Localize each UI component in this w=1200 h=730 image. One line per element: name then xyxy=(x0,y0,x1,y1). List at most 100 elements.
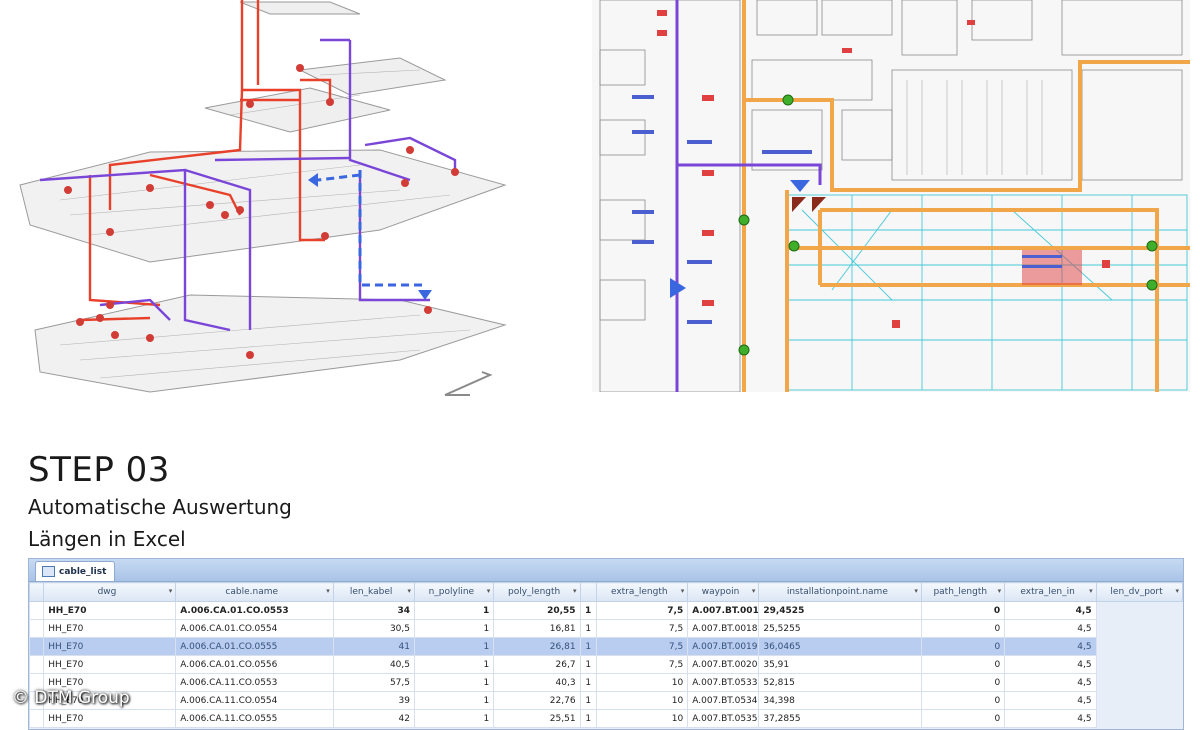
table-row[interactable]: HH_E70 A.006.CA.11.CO.0554 39 1 22,76 1 10 A.00… xyxy=(28,691,1183,710)
table-cell[interactable]: 1 xyxy=(413,691,495,710)
table-cell[interactable]: 0 xyxy=(920,691,1006,710)
dropdown-arrow-icon[interactable]: ▾ xyxy=(169,587,173,595)
table-cell[interactable]: 10 xyxy=(595,673,689,692)
dropdown-arrow-icon[interactable]: ▾ xyxy=(326,587,330,595)
table-cell[interactable]: 7,5 xyxy=(595,619,689,638)
table-cell[interactable]: 1 xyxy=(413,619,495,638)
column-header[interactable]: dwg ▾ xyxy=(43,582,177,602)
table-cell[interactable]: 4,5 xyxy=(1004,619,1097,638)
table-cell[interactable]: 25,51 xyxy=(493,709,581,728)
table-cell[interactable]: 0 xyxy=(920,619,1006,638)
table-cell[interactable]: 40,5 xyxy=(332,655,415,674)
table-cell[interactable]: 4,5 xyxy=(1004,637,1097,656)
column-header[interactable]: extra_len_in ▾ xyxy=(1004,582,1097,602)
table-cell[interactable]: HH_E70 xyxy=(43,601,177,620)
table-cell[interactable]: 29,4525 xyxy=(758,601,922,620)
dropdown-arrow-icon[interactable]: ▾ xyxy=(914,587,918,595)
dropdown-arrow-icon[interactable]: ▾ xyxy=(998,587,1002,595)
table-cell[interactable]: 52,815 xyxy=(758,673,922,692)
column-header[interactable]: waypoin ▾ xyxy=(687,582,760,602)
table-cell[interactable]: 26,81 xyxy=(493,637,581,656)
table-cell[interactable]: 1 xyxy=(579,637,597,656)
table-cell[interactable]: 16,81 xyxy=(493,619,581,638)
column-header[interactable]: installationpoint.name ▾ xyxy=(758,582,922,602)
table-cell[interactable]: A.007.BT.0017 xyxy=(687,601,760,620)
table-cell[interactable]: 0 xyxy=(920,601,1006,620)
table-cell[interactable]: 37,2855 xyxy=(758,709,922,728)
table-cell[interactable]: 1 xyxy=(413,709,495,728)
table-cell[interactable]: A.006.CA.01.CO.0554 xyxy=(175,619,334,638)
row-selector[interactable] xyxy=(28,637,45,656)
table-cell[interactable]: 39 xyxy=(332,691,415,710)
column-header[interactable]: path_length ▾ xyxy=(920,582,1006,602)
table-cell[interactable]: 0 xyxy=(920,709,1006,728)
table-cell[interactable]: 4,5 xyxy=(1004,655,1097,674)
table-cell[interactable]: 10 xyxy=(595,691,689,710)
table-cell[interactable]: 40,3 xyxy=(493,673,581,692)
table-cell[interactable]: 1 xyxy=(579,709,597,728)
table-row[interactable]: HH_E70 A.006.CA.01.CO.0556 40,5 1 26,7 1 7,5 A.… xyxy=(28,655,1183,674)
table-cell[interactable]: A.006.CA.01.CO.0553 xyxy=(175,601,334,620)
table-cell[interactable]: 4,5 xyxy=(1004,601,1097,620)
table-cell[interactable]: A.007.BT.0019 xyxy=(687,637,760,656)
dropdown-arrow-icon[interactable]: ▾ xyxy=(752,587,756,595)
table-cell[interactable]: 1 xyxy=(413,601,495,620)
table-cell[interactable]: 4,5 xyxy=(1004,709,1097,728)
table-cell[interactable]: 41 xyxy=(332,637,415,656)
row-selector[interactable] xyxy=(28,655,45,674)
table-cell[interactable]: A.007.BT.0533 xyxy=(687,673,760,692)
row-selector-header[interactable] xyxy=(28,582,45,602)
table-cell[interactable]: HH_E70 xyxy=(43,619,177,638)
table-cell[interactable]: 1 xyxy=(579,601,597,620)
table-cell[interactable]: 1 xyxy=(579,691,597,710)
table-cell[interactable]: A.007.BT.0020 xyxy=(687,655,760,674)
table-cell[interactable]: 30,5 xyxy=(332,619,415,638)
column-header[interactable]: len_dv_port ▾ xyxy=(1095,582,1184,602)
row-selector[interactable] xyxy=(28,601,45,620)
table-cell[interactable]: 1 xyxy=(413,655,495,674)
table-cell[interactable]: 34,398 xyxy=(758,691,922,710)
table-cell[interactable]: 42 xyxy=(332,709,415,728)
table-cell[interactable]: 0 xyxy=(920,673,1006,692)
table-row[interactable]: HH_E70 A.006.CA.11.CO.0553 57,5 1 40,3 1 10 A.0… xyxy=(28,673,1183,692)
table-cell[interactable]: 0 xyxy=(920,637,1006,656)
table-cell[interactable]: A.006.CA.01.CO.0555 xyxy=(175,637,334,656)
dropdown-arrow-icon[interactable]: ▾ xyxy=(407,587,411,595)
table-cell[interactable]: 26,7 xyxy=(493,655,581,674)
table-cell[interactable]: 0 xyxy=(920,655,1006,674)
table-cell[interactable]: 4,5 xyxy=(1004,691,1097,710)
table-cell[interactable]: 36,0465 xyxy=(758,637,922,656)
table-cell[interactable]: 1 xyxy=(579,619,597,638)
dropdown-arrow-icon[interactable]: ▾ xyxy=(573,587,577,595)
table-cell[interactable]: HH_E70 xyxy=(43,637,177,656)
table-row[interactable]: HH_E70 A.006.CA.01.CO.0555 41 1 26,81 1 7,5 A.0… xyxy=(28,637,1183,656)
column-header-blank[interactable] xyxy=(579,582,597,602)
column-header[interactable]: cable.name ▾ xyxy=(175,582,334,602)
table-cell[interactable]: HH_E70 xyxy=(43,655,177,674)
table-cell[interactable]: A.007.BT.0018 xyxy=(687,619,760,638)
table-row[interactable]: HH_E70 A.006.CA.11.CO.0555 42 1 25,51 1 10 A.00… xyxy=(28,709,1183,728)
table-cell[interactable]: HH_E70 xyxy=(43,709,177,728)
dropdown-arrow-icon[interactable]: ▾ xyxy=(1175,587,1179,595)
table-cell[interactable]: A.006.CA.11.CO.0554 xyxy=(175,691,334,710)
table-cell[interactable]: 22,76 xyxy=(493,691,581,710)
table-cell[interactable]: A.006.CA.11.CO.0555 xyxy=(175,709,334,728)
row-selector[interactable] xyxy=(28,709,45,728)
table-cell[interactable]: 7,5 xyxy=(595,601,689,620)
row-selector[interactable] xyxy=(28,619,45,638)
table-cell[interactable]: A.006.CA.11.CO.0553 xyxy=(175,673,334,692)
table-cell[interactable]: 1 xyxy=(579,673,597,692)
table-cell[interactable]: 25,5255 xyxy=(758,619,922,638)
table-cell[interactable]: A.007.BT.0535 xyxy=(687,709,760,728)
dropdown-arrow-icon[interactable]: ▾ xyxy=(487,587,491,595)
column-header[interactable]: len_kabel ▾ xyxy=(332,582,415,602)
table-cell[interactable]: 1 xyxy=(579,655,597,674)
table-cell[interactable]: 7,5 xyxy=(595,655,689,674)
column-header[interactable]: n_polyline ▾ xyxy=(413,582,495,602)
table-cell[interactable]: 4,5 xyxy=(1004,673,1097,692)
column-header[interactable]: extra_length ▾ xyxy=(595,582,689,602)
table-cell[interactable]: 57,5 xyxy=(332,673,415,692)
column-header[interactable]: poly_length ▾ xyxy=(493,582,581,602)
table-cell[interactable]: A.006.CA.01.CO.0556 xyxy=(175,655,334,674)
tab-cable-list[interactable]: cable_list xyxy=(35,561,116,581)
